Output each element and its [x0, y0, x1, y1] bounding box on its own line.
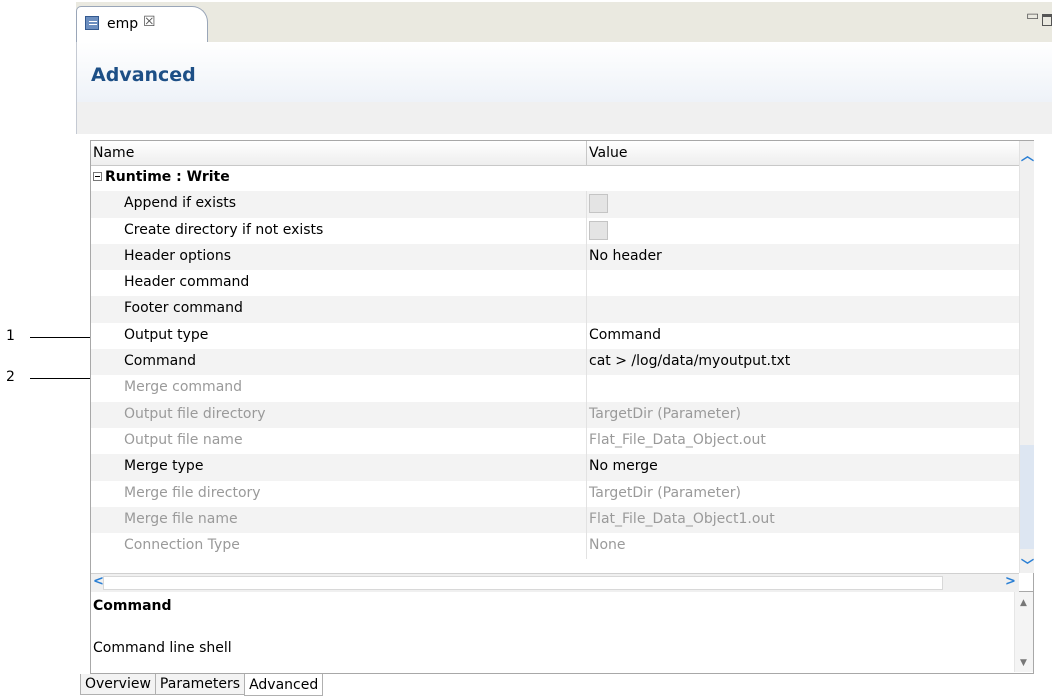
property-value: TargetDir (Parameter) — [589, 484, 741, 501]
property-name: Output type — [124, 326, 209, 343]
table-row[interactable]: Output type Command — [91, 322, 1019, 350]
editor-window: emp ☒ ▭ Advanced Name Value Runtime : Wr… — [76, 2, 1052, 698]
scroll-down-icon[interactable]: ﹀ — [1021, 555, 1034, 574]
property-name: Connection Type — [124, 537, 240, 554]
category-row-runtime-write[interactable]: Runtime : Write — [91, 165, 1019, 191]
property-value[interactable]: cat > /log/data/myoutput.txt — [589, 353, 790, 369]
description-scroll-up-icon[interactable]: ▲ — [1020, 598, 1027, 608]
page-tabs: Overview Parameters Advanced — [80, 674, 324, 698]
category-title: Runtime : Write — [105, 169, 230, 185]
table-row[interactable]: Merge file directory TargetDir (Parameter… — [91, 480, 1019, 507]
property-value: TargetDir (Parameter) — [589, 405, 741, 422]
horizontal-scroll-thumb[interactable] — [103, 576, 943, 590]
cell-divider — [586, 270, 587, 297]
cell-divider — [586, 191, 587, 218]
property-name: Header options — [124, 247, 231, 264]
minimize-icon[interactable]: ▭ — [1026, 8, 1039, 24]
data-object-icon — [85, 16, 99, 30]
property-name: Append if exists — [124, 195, 237, 212]
cell-divider — [586, 506, 587, 534]
table-body: Runtime : Write Append if exists Create d… — [91, 165, 1019, 560]
column-header-name[interactable]: Name — [93, 145, 134, 161]
description-text: Command line shell — [93, 640, 232, 656]
scroll-right-icon[interactable]: > — [1005, 574, 1016, 589]
callout-number-1: 1 — [6, 328, 15, 344]
cell-divider — [586, 454, 587, 481]
page-tab-overview[interactable]: Overview — [80, 674, 156, 695]
description-pane: Command Command line shell ▲ ▼ — [90, 592, 1034, 674]
property-name: Output file directory — [124, 405, 266, 422]
maximize-icon[interactable] — [1042, 14, 1052, 26]
editor-tab-emp[interactable]: emp ☒ — [76, 6, 208, 42]
editor-tab-label: emp — [107, 16, 139, 32]
table-row[interactable]: Connection Type None — [91, 533, 1019, 560]
property-name: Header command — [124, 274, 250, 291]
property-value[interactable]: Command — [589, 327, 661, 343]
property-name: Create directory if not exists — [124, 221, 324, 238]
cell-divider — [586, 401, 587, 428]
table-row[interactable]: Header command — [91, 270, 1019, 297]
property-value[interactable]: No header — [589, 248, 662, 264]
property-name: Merge file directory — [124, 484, 261, 501]
table-row[interactable]: Output file directory TargetDir (Paramete… — [91, 401, 1019, 428]
property-name: Command — [124, 353, 196, 370]
cell-divider — [586, 243, 587, 271]
property-value[interactable]: No merge — [589, 458, 658, 474]
horizontal-scrollbar[interactable]: < > — [91, 573, 1019, 592]
description-scroll-down-icon[interactable]: ▼ — [1020, 658, 1027, 668]
scroll-up-icon[interactable]: ︿ — [1021, 145, 1034, 164]
column-divider[interactable] — [586, 141, 587, 165]
cell-divider — [586, 296, 587, 323]
page-tab-parameters[interactable]: Parameters — [154, 674, 246, 695]
cell-divider — [586, 480, 587, 507]
table-row[interactable]: Append if exists — [91, 191, 1019, 218]
property-name: Footer command — [124, 300, 243, 317]
cell-divider — [586, 217, 587, 244]
description-scrollbar[interactable]: ▲ ▼ — [1014, 592, 1033, 672]
properties-table: Name Value Runtime : Write Append if exi… — [90, 140, 1034, 592]
property-value: Flat_File_Data_Object1.out — [589, 510, 775, 527]
cell-divider — [586, 322, 587, 350]
vertical-scroll-thumb[interactable] — [1020, 445, 1034, 549]
cell-divider — [586, 427, 587, 455]
property-value: Flat_File_Data_Object.out — [589, 431, 766, 448]
property-name: Merge file name — [124, 510, 238, 527]
column-header-value[interactable]: Value — [589, 145, 627, 161]
vertical-scrollbar[interactable]: ︿ ﹀ — [1019, 141, 1034, 574]
property-checkbox[interactable] — [589, 194, 608, 214]
table-row[interactable]: Merge command — [91, 375, 1019, 402]
property-value: None — [589, 537, 626, 554]
table-header: Name Value — [91, 141, 1019, 166]
table-row[interactable]: Output file name Flat_File_Data_Object.ou… — [91, 427, 1019, 455]
property-name: Merge command — [124, 379, 243, 396]
cell-divider — [586, 349, 587, 376]
property-checkbox[interactable] — [589, 220, 608, 240]
editor-tab-bar: emp ☒ ▭ — [76, 2, 1052, 43]
table-row[interactable]: Create directory if not exists — [91, 217, 1019, 244]
page-header: Advanced — [76, 42, 1052, 102]
close-icon[interactable]: ☒ — [143, 14, 156, 30]
callout-number-2: 2 — [6, 369, 15, 385]
page-title: Advanced — [91, 64, 196, 86]
cell-divider — [586, 533, 587, 560]
table-row[interactable]: Merge type No merge — [91, 454, 1019, 481]
cell-divider — [586, 375, 587, 402]
table-row[interactable]: Header options No header — [91, 243, 1019, 271]
table-row[interactable]: Footer command — [91, 296, 1019, 323]
description-title: Command — [93, 598, 172, 614]
collapse-icon[interactable] — [93, 172, 102, 181]
section-toolbar — [76, 102, 1052, 134]
property-name: Merge type — [124, 458, 204, 475]
category-label: Runtime : Write — [93, 169, 230, 185]
table-row[interactable]: Merge file name Flat_File_Data_Object1.ou… — [91, 506, 1019, 534]
table-row[interactable]: Command cat > /log/data/myoutput.txt — [91, 349, 1019, 376]
page-tab-advanced[interactable]: Advanced — [244, 674, 324, 696]
property-name: Output file name — [124, 431, 243, 448]
